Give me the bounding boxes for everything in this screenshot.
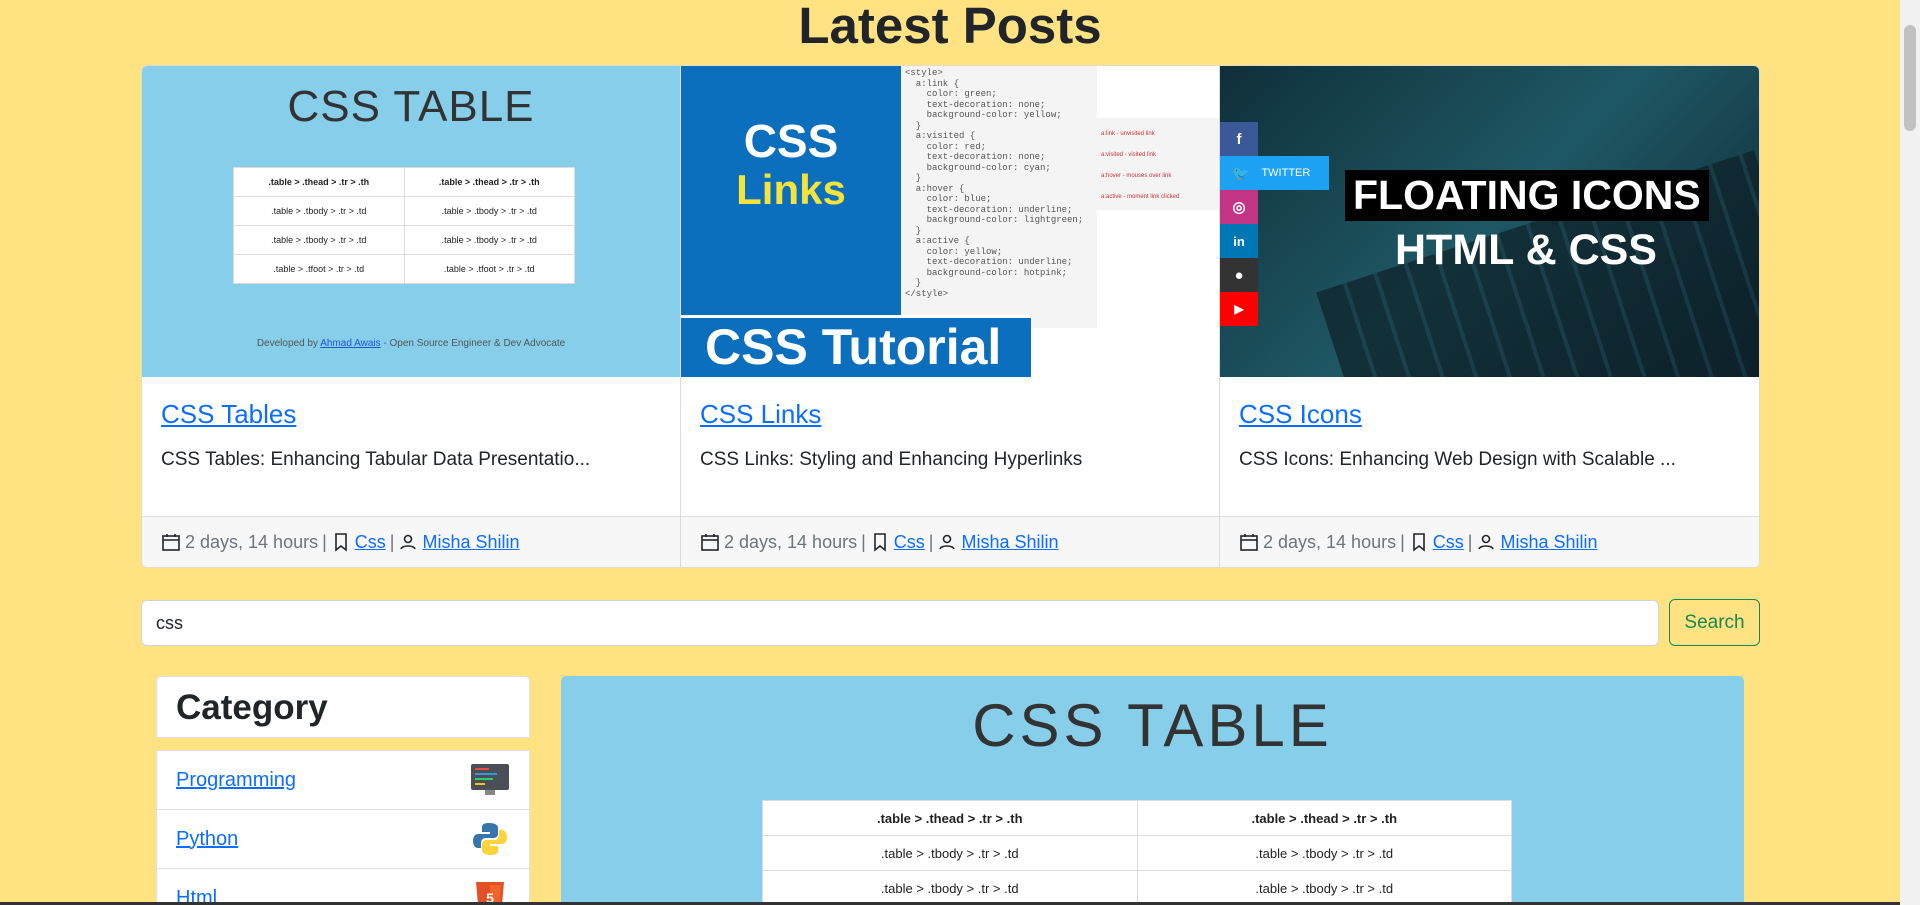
thumbnail-cell: .table > .thead > .tr > .th (233, 167, 405, 197)
featured-cell: .table > .tbody > .tr > .td (1136, 870, 1512, 905)
search-input[interactable]: css (141, 600, 1659, 646)
category-list: Programming Python Html 5 (156, 750, 530, 905)
youtube-icon: ▶ (1220, 292, 1258, 326)
bookmark-icon (873, 533, 886, 552)
thumbnail-cell: .table > .thead > .tr > .th (403, 167, 575, 197)
post-card: CSS TABLE .table > .thead > .tr > .th .ta… (142, 66, 681, 567)
thumbnail-code: <style> a:link { color: green; text-deco… (901, 66, 1097, 328)
meta-separator: | (322, 531, 327, 552)
post-meta: 2 days, 14 hours | Css | Misha Shilin (142, 516, 680, 567)
post-excerpt: CSS Icons: Enhancing Web Design with Sca… (1239, 448, 1676, 470)
scrollbar-thumb[interactable] (1904, 25, 1916, 131)
post-title-link[interactable]: CSS Icons (1239, 399, 1740, 430)
bookmark-icon (1412, 533, 1425, 552)
thumbnail-table: .table > .thead > .tr > .th .table > .the… (233, 167, 575, 284)
calendar-icon (1240, 534, 1258, 551)
post-excerpt: CSS Tables: Enhancing Tabular Data Prese… (161, 448, 591, 470)
credit-suffix: - Open Source Engineer & Dev Advocate (380, 337, 566, 349)
calendar-icon (701, 534, 719, 551)
calendar-icon (162, 534, 180, 551)
person-icon (1478, 534, 1495, 550)
post-thumbnail[interactable]: CSS Links <style> a:link { color: green;… (681, 66, 1219, 377)
vertical-scrollbar[interactable] (1900, 0, 1920, 905)
post-excerpt: CSS Links: Styling and Enhancing Hyperli… (700, 448, 1083, 470)
facebook-icon: f (1220, 122, 1258, 156)
thumbnail-notes: a:link - unvisited link a:visited - visi… (1097, 118, 1219, 210)
category-link-python[interactable]: Python (176, 828, 238, 851)
github-icon: ● (1220, 258, 1258, 292)
page-title: Latest Posts (798, 0, 1102, 54)
thumbnail-note: a:link - unvisited link (1101, 131, 1155, 137)
credit-name: Ahmad Awais (320, 337, 381, 349)
featured-cell: .table > .thead > .tr > .th (1136, 800, 1512, 836)
thumbnail-cell: .table > .tbody > .tr > .td (233, 196, 405, 226)
thumbnail-credit: Developed by Ahmad Awais - Open Source E… (142, 338, 680, 349)
person-icon (400, 534, 417, 550)
search-button[interactable]: Search (1669, 599, 1760, 646)
thumbnail-cell: .table > .tfoot > .tr > .td (233, 254, 405, 284)
thumbnail-heading: FLOATING ICONS (1345, 170, 1709, 221)
thumbnail-cell: .table > .tbody > .tr > .td (403, 225, 575, 255)
thumbnail-heading: CSS TABLE (287, 82, 535, 131)
post-time: 2 days, 14 hours (724, 531, 858, 552)
featured-image-table: .table > .thead > .tr > .th .table > .the… (762, 800, 1512, 905)
featured-cell: .table > .thead > .tr > .th (762, 800, 1138, 836)
thumbnail-cell: .table > .tbody > .tr > .td (403, 196, 575, 226)
thumbnail-word: Links (736, 166, 846, 213)
meta-separator: | (389, 531, 395, 552)
post-title-link[interactable]: CSS Tables (161, 399, 661, 430)
featured-cell: .table > .tbody > .tr > .td (762, 835, 1138, 871)
twitter-label: TWITTER (1261, 167, 1311, 179)
post-author-link[interactable]: Misha Shilin (1500, 532, 1597, 553)
linkedin-icon: in (1220, 224, 1258, 258)
meta-separator: | (1400, 531, 1405, 552)
meta-separator: | (861, 531, 866, 552)
post-thumbnail[interactable]: CSS TABLE .table > .thead > .tr > .th .ta… (142, 66, 680, 377)
post-category-link[interactable]: Css (355, 532, 386, 553)
post-meta: 2 days, 14 hours | Css | Misha Shilin (681, 516, 1219, 567)
thumbnail-note: a:active - moment link clicked (1101, 194, 1180, 200)
monitor-code-icon (470, 762, 510, 798)
thumbnail-word: CSS (743, 115, 839, 167)
post-title-link[interactable]: CSS Links (700, 399, 1200, 430)
featured-cell: .table > .tbody > .tr > .td (1136, 835, 1512, 871)
featured-cell: .table > .tbody > .tr > .td (762, 870, 1138, 905)
meta-separator: | (928, 531, 934, 552)
meta-separator: | (1467, 531, 1473, 552)
thumbnail-cell: .table > .tfoot > .tr > .td (403, 254, 575, 284)
thumbnail-cell: .table > .tbody > .tr > .td (233, 225, 405, 255)
twitter-badge: 🐦 TWITTER (1220, 156, 1329, 190)
post-card: f 🐦 TWITTER ◎ in ● ▶ FLOATING ICONS HTML … (1220, 66, 1759, 567)
bookmark-icon (334, 533, 347, 552)
featured-image-heading: CSS TABLE (972, 692, 1333, 759)
thumbnail-note: a:hover - mouses over link (1101, 173, 1172, 179)
post-time: 2 days, 14 hours (1263, 531, 1397, 552)
category-item: Programming (157, 751, 529, 810)
person-icon (939, 534, 956, 550)
instagram-icon: ◎ (1220, 190, 1258, 224)
post-author-link[interactable]: Misha Shilin (961, 532, 1058, 553)
category-link-programming[interactable]: Programming (176, 769, 296, 792)
category-heading: Category (156, 676, 530, 738)
post-meta: 2 days, 14 hours | Css | Misha Shilin (1220, 516, 1759, 567)
category-item: Html 5 (157, 869, 529, 905)
credit-prefix: Developed by (256, 337, 321, 349)
thumbnail-banner: CSS Tutorial (681, 314, 1031, 377)
thumbnail-note: a:visited - visited link (1101, 152, 1157, 158)
post-category-link[interactable]: Css (894, 532, 925, 553)
latest-posts-cards: CSS TABLE .table > .thead > .tr > .th .ta… (141, 65, 1760, 568)
post-card: CSS Links <style> a:link { color: green;… (681, 66, 1220, 567)
post-category-link[interactable]: Css (1433, 532, 1464, 553)
category-item: Python (157, 810, 529, 869)
python-logo-icon (470, 821, 510, 857)
post-thumbnail[interactable]: f 🐦 TWITTER ◎ in ● ▶ FLOATING ICONS HTML … (1220, 66, 1759, 377)
post-time: 2 days, 14 hours (185, 531, 319, 552)
post-author-link[interactable]: Misha Shilin (422, 532, 519, 553)
twitter-icon: 🐦 (1232, 164, 1250, 181)
thumbnail-subheading: HTML & CSS (1395, 226, 1657, 274)
featured-post-image[interactable]: CSS TABLE .table > .thead > .tr > .th .ta… (561, 676, 1744, 905)
